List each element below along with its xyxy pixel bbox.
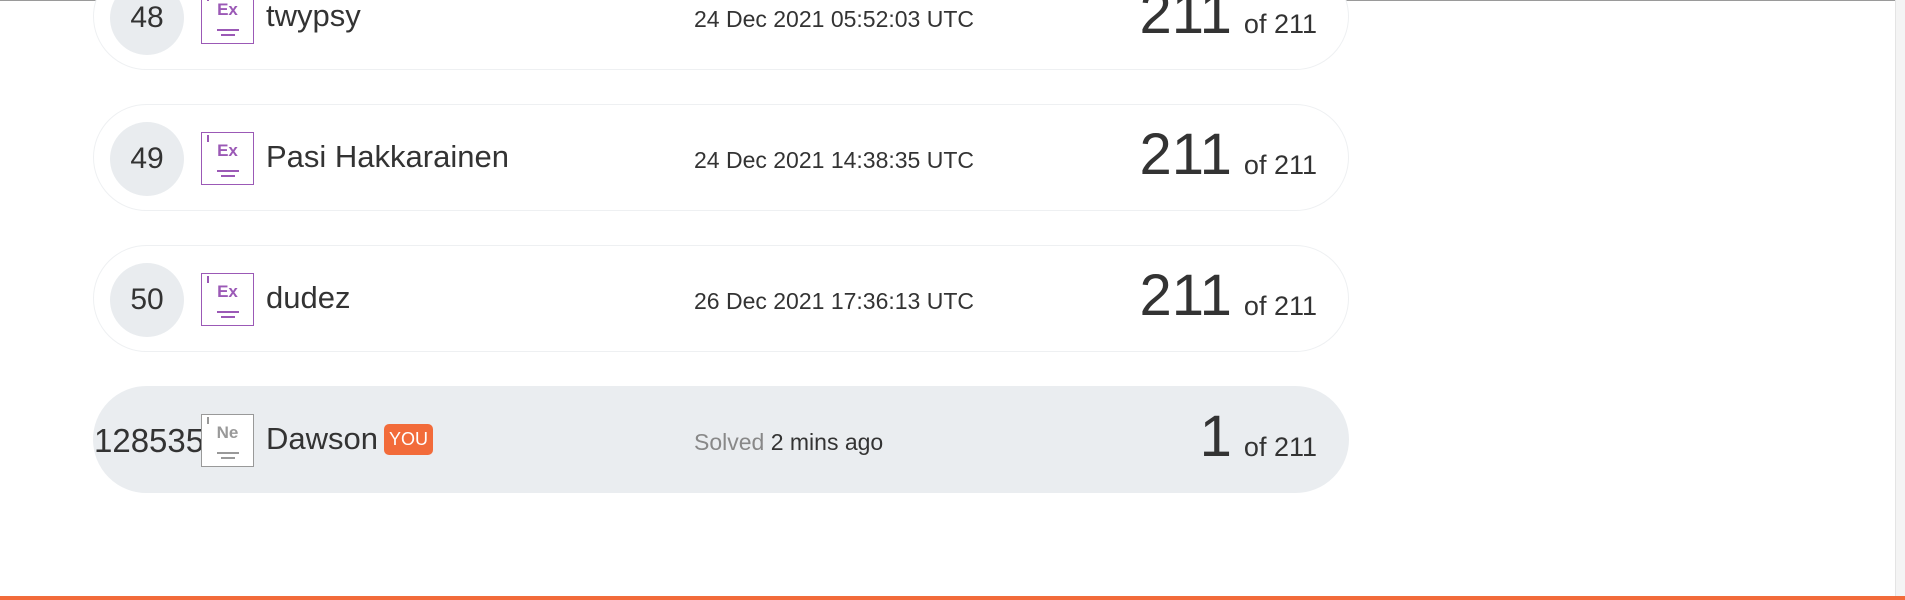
solved-number: 211 — [1139, 263, 1232, 328]
rank-number: 48 — [110, 0, 184, 55]
solved-time: Solved 2 mins ago — [694, 429, 883, 456]
leaderboard-row: 48 Ex twypsy 24 Dec 2021 05:52:03 UTC 21… — [93, 0, 1349, 70]
username[interactable]: dudez — [266, 280, 350, 316]
solved-time: 24 Dec 2021 14:38:35 UTC — [694, 147, 975, 173]
level-ex-icon: Ex — [201, 132, 254, 185]
rank-number: 50 — [110, 263, 184, 337]
you-badge: YOU — [384, 424, 434, 455]
total-count: of 211 — [1243, 291, 1317, 321]
username[interactable]: twypsy — [266, 0, 361, 34]
leaderboard-row: 49 Ex Pasi Hakkarainen 24 Dec 2021 14:38… — [93, 104, 1349, 211]
solved-number: 211 — [1139, 0, 1232, 46]
level-symbol: Ex — [217, 282, 238, 301]
level-symbol: Ne — [216, 423, 239, 442]
total-count: of 211 — [1243, 150, 1317, 180]
solved-number: 211 — [1139, 122, 1232, 187]
vertical-scrollbar[interactable] — [1895, 0, 1905, 600]
level-ne-icon: Ne — [201, 414, 254, 467]
level-symbol: Ex — [217, 141, 238, 160]
level-ex-icon: Ex — [201, 273, 254, 326]
level-ex-icon: Ex — [201, 0, 254, 44]
solved-count: 1 of 211 — [1200, 403, 1317, 470]
current-user-row: 128535 Ne Dawson YOU Solved 2 mins ago 1 … — [93, 386, 1349, 493]
leaderboard-list: 48 Ex twypsy 24 Dec 2021 05:52:03 UTC 21… — [93, 0, 1349, 527]
footer-accent-bar — [0, 596, 1905, 600]
solved-time: 24 Dec 2021 05:52:03 UTC — [694, 6, 975, 32]
rank-number: 128535 — [94, 422, 205, 459]
solved-relative-time: 2 mins ago — [770, 429, 884, 455]
rank-number: 49 — [110, 122, 184, 196]
username-text: Dawson — [266, 421, 378, 456]
solved-number: 1 — [1199, 404, 1232, 469]
total-count: of 211 — [1243, 432, 1317, 462]
solved-prefix: Solved — [694, 429, 765, 455]
total-count: of 211 — [1243, 9, 1317, 39]
leaderboard-row: 50 Ex dudez 26 Dec 2021 17:36:13 UTC 211… — [93, 245, 1349, 352]
solved-count: 211 of 211 — [1139, 0, 1317, 47]
username[interactable]: Dawson YOU — [266, 421, 434, 457]
solved-count: 211 of 211 — [1139, 121, 1317, 188]
solved-count: 211 of 211 — [1139, 262, 1317, 329]
username[interactable]: Pasi Hakkarainen — [266, 139, 509, 175]
level-symbol: Ex — [217, 0, 238, 19]
solved-time: 26 Dec 2021 17:36:13 UTC — [694, 288, 975, 314]
